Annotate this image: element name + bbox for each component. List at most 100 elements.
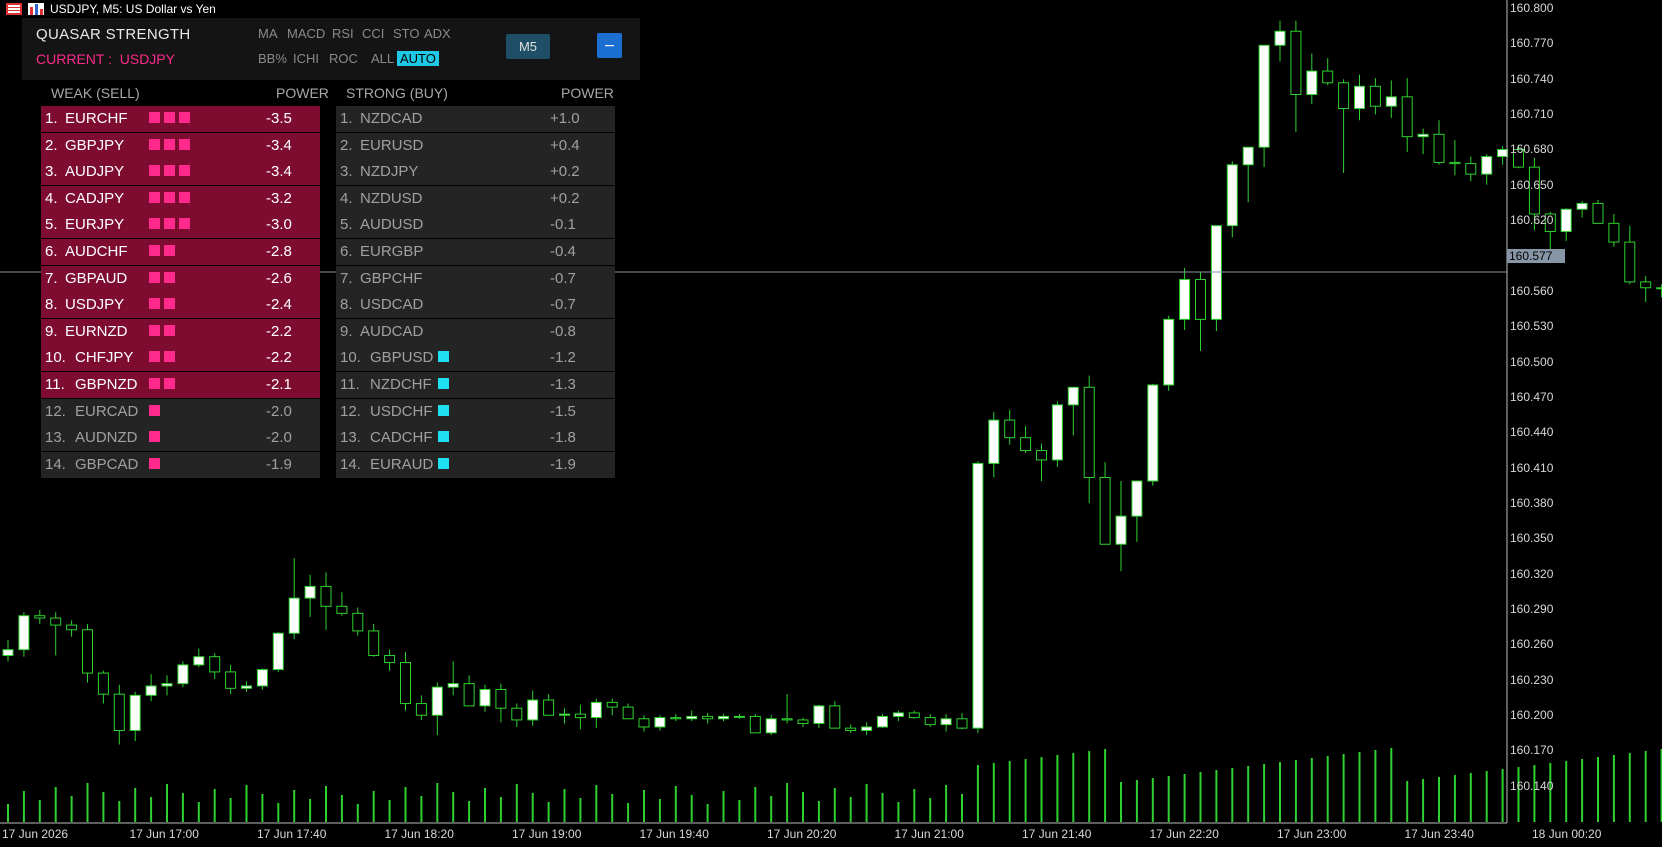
candle-body xyxy=(574,713,586,719)
pair-row[interactable]: 10. CHFJPY -2.2 xyxy=(41,345,320,372)
pair-row[interactable]: 14. GBPCAD -1.9 xyxy=(41,451,320,478)
tab-adx[interactable]: ADX xyxy=(424,26,451,41)
candle-body xyxy=(702,715,714,720)
pair-row[interactable]: 12. USDCHF -1.5 xyxy=(336,398,615,425)
pair-row[interactable]: 6. EURGBP -0.4 xyxy=(336,238,615,265)
pair-rank: 6. xyxy=(340,242,353,260)
candle-body xyxy=(336,605,348,614)
price-tick-label: 160.620 xyxy=(1510,213,1554,228)
pair-power: -2.8 xyxy=(266,242,292,260)
weak-strength-block xyxy=(149,218,160,230)
price-tick-label: 160.380 xyxy=(1510,495,1554,510)
panel-title: QUASAR STRENGTH xyxy=(36,26,191,43)
pair-row[interactable]: 12. EURCAD -2.0 xyxy=(41,398,320,425)
pair-symbol: AUDCHF xyxy=(65,242,128,260)
pair-row[interactable]: 9. EURNZD -2.2 xyxy=(41,318,320,345)
pair-row[interactable]: 8. USDJPY -2.4 xyxy=(41,292,320,319)
weak-strength-block xyxy=(164,191,175,203)
pair-row[interactable]: 14. EURAUD -1.9 xyxy=(336,451,615,478)
pair-row[interactable]: 1. EURCHF -3.5 xyxy=(41,106,320,132)
candle-body xyxy=(670,717,682,720)
weak-strength-block xyxy=(164,218,175,230)
pair-row[interactable]: 5. AUDUSD -0.1 xyxy=(336,212,615,239)
pair-power: -0.7 xyxy=(550,269,576,287)
weak-strength-block xyxy=(149,138,160,150)
candle-body xyxy=(352,612,364,632)
pair-rank: 12. xyxy=(45,402,66,420)
candle-body xyxy=(34,615,46,619)
minimize-button[interactable]: − xyxy=(597,33,622,58)
weak-strength-block xyxy=(179,218,190,230)
candle-body xyxy=(447,683,459,688)
pair-power: -1.5 xyxy=(550,402,576,420)
candle-body xyxy=(749,715,761,734)
pair-row[interactable]: 8. USDCAD -0.7 xyxy=(336,292,615,319)
tab-sto[interactable]: STO xyxy=(393,26,420,41)
pair-row[interactable]: 7. GBPCHF -0.7 xyxy=(336,265,615,292)
pair-row[interactable]: 2. GBPJPY -3.4 xyxy=(41,132,320,159)
price-tick-label: 160.470 xyxy=(1510,389,1554,404)
pair-row[interactable]: 3. NZDJPY +0.2 xyxy=(336,159,615,186)
pair-symbol: AUDUSD xyxy=(360,216,424,234)
weak-strength-block xyxy=(149,351,160,363)
candle-body xyxy=(161,683,173,687)
strong-strength-block xyxy=(438,377,449,389)
pair-row[interactable]: 9. AUDCAD -0.8 xyxy=(336,318,615,345)
candle-body xyxy=(829,705,841,729)
pair-row[interactable]: 10. GBPUSD -1.2 xyxy=(336,345,615,372)
candle-body xyxy=(1020,437,1032,452)
tab-rsi[interactable]: RSI xyxy=(332,26,354,41)
pair-row[interactable]: 7. GBPAUD -2.6 xyxy=(41,265,320,292)
pair-rank: 1. xyxy=(45,110,58,127)
pair-symbol: NZDJPY xyxy=(360,163,419,181)
tab-roc[interactable]: ROC xyxy=(329,51,358,66)
pair-row[interactable]: 4. NZDUSD +0.2 xyxy=(336,185,615,212)
tab-ma[interactable]: MA xyxy=(258,26,278,41)
pair-power: -2.0 xyxy=(266,402,292,420)
candle-body xyxy=(956,718,968,729)
pair-row[interactable]: 2. EURUSD +0.4 xyxy=(336,132,615,159)
pair-power: -0.4 xyxy=(550,242,576,260)
pair-row[interactable]: 3. AUDJPY -3.4 xyxy=(41,159,320,186)
candle-body xyxy=(622,706,634,720)
tab-macd[interactable]: MACD xyxy=(287,26,325,41)
pair-rank: 10. xyxy=(45,349,66,367)
candle-body xyxy=(1131,480,1143,517)
pair-power: -1.2 xyxy=(550,349,576,367)
candle-body xyxy=(272,632,284,671)
pair-symbol: CHFJPY xyxy=(75,349,134,367)
tab-all[interactable]: ALL xyxy=(371,51,394,66)
weak-strength-block xyxy=(149,191,160,203)
candle-body xyxy=(1576,202,1588,210)
pair-rank: 14. xyxy=(45,455,66,473)
candle-body xyxy=(1099,476,1111,545)
pair-row[interactable]: 6. AUDCHF -2.8 xyxy=(41,238,320,265)
pair-row[interactable]: 13. CADCHF -1.8 xyxy=(336,425,615,452)
pair-row[interactable]: 5. EURJPY -3.0 xyxy=(41,212,320,239)
weak-sell-table: WEAK (SELL) POWER 1. EURCHF -3.5 2. GBPJPY -3… xyxy=(41,80,329,478)
pair-rank: 11. xyxy=(45,375,65,393)
pair-rank: 4. xyxy=(340,189,353,207)
pair-row[interactable]: 11. GBPNZD -2.1 xyxy=(41,371,320,398)
pair-row[interactable]: 4. CADJPY -3.2 xyxy=(41,185,320,212)
weak-strength-block xyxy=(149,112,160,123)
tab-auto[interactable]: AUTO xyxy=(397,51,439,66)
tab-ichi[interactable]: ICHI xyxy=(293,51,319,66)
time-tick-label: 17 Jun 20:20 xyxy=(767,827,837,841)
timeframe-button[interactable]: M5 xyxy=(506,34,550,59)
volume-layer xyxy=(7,748,1662,822)
tab-bb[interactable]: BB% xyxy=(258,51,287,66)
chart-type-icon[interactable] xyxy=(28,3,44,15)
pair-power: +0.2 xyxy=(550,189,580,207)
tab-cci[interactable]: CCI xyxy=(362,26,384,41)
pair-row[interactable]: 1. NZDCAD +1.0 xyxy=(336,106,615,132)
current-price-label: 160.577 xyxy=(1507,249,1565,263)
pair-power: -2.6 xyxy=(266,269,292,287)
quasar-strength-panel: QUASAR STRENGTH CURRENT : USDJPY MA MACD… xyxy=(22,18,640,80)
strong-buy-table: STRONG (BUY) POWER 1. NZDCAD +1.0 2. EURUSD +… xyxy=(336,80,615,478)
pair-row[interactable]: 13. AUDNZD -2.0 xyxy=(41,425,320,452)
chart-list-icon[interactable] xyxy=(6,3,22,15)
pair-symbol: AUDNZD xyxy=(75,429,138,447)
pair-symbol: EURUSD xyxy=(360,136,424,154)
pair-row[interactable]: 11. NZDCHF -1.3 xyxy=(336,371,615,398)
